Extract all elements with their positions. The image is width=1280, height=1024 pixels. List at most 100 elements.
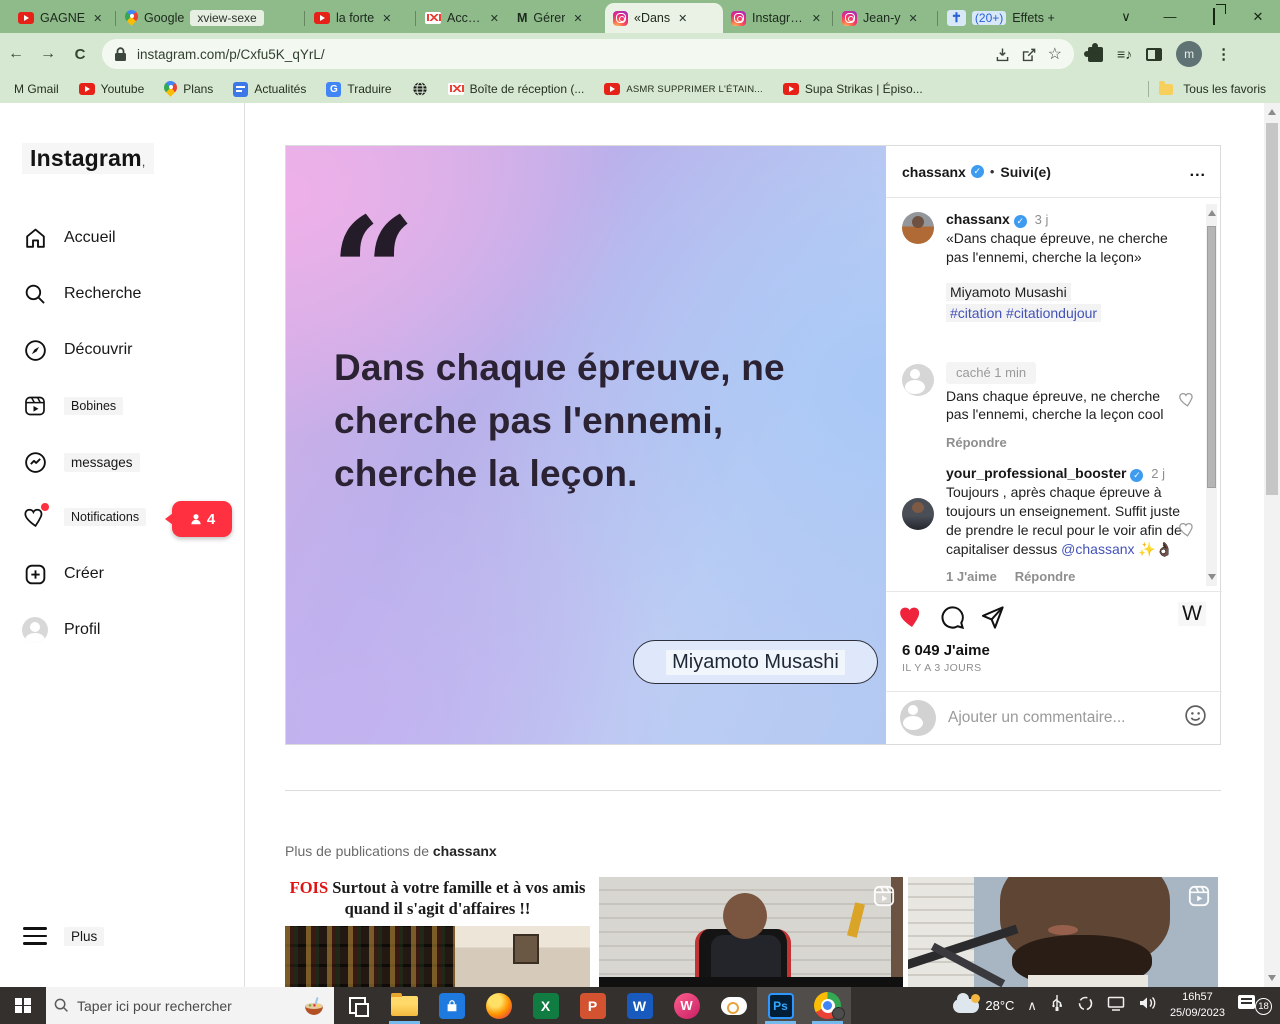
- tab-close-icon[interactable]: ✕: [380, 12, 393, 25]
- usb-icon[interactable]: [1050, 994, 1064, 1017]
- bookmark-asmr[interactable]: ASMR SUPPRIMER L'ÉTAIN...: [604, 83, 763, 95]
- avatar[interactable]: [902, 364, 934, 396]
- tab-close-icon[interactable]: ✕: [571, 12, 584, 25]
- browser-menu-icon[interactable]: ⋮: [1216, 45, 1231, 63]
- tab-accueil-gmail[interactable]: Accuei ✕: [417, 3, 509, 33]
- avatar[interactable]: [902, 212, 934, 244]
- scroll-down-icon[interactable]: [1208, 574, 1216, 580]
- taskbar-clock[interactable]: 16h57 25/09/2023: [1170, 990, 1225, 1021]
- firefox-button[interactable]: [475, 987, 522, 1024]
- maximize-button[interactable]: [1192, 9, 1236, 24]
- reload-button[interactable]: C: [64, 46, 96, 63]
- tab-search-button[interactable]: ∨: [1104, 9, 1148, 25]
- mention-link[interactable]: @chassanx: [1061, 541, 1134, 557]
- network-icon[interactable]: [1107, 996, 1125, 1016]
- instagram-logo[interactable]: Instagram,: [22, 143, 154, 174]
- tab-close-icon[interactable]: ✕: [488, 12, 501, 25]
- scroll-up-icon[interactable]: [1268, 109, 1276, 115]
- all-favorites-button[interactable]: Tous les favoris: [1183, 82, 1266, 96]
- forward-button[interactable]: →: [32, 45, 64, 63]
- avatar[interactable]: [902, 498, 934, 530]
- taskbar-search-input[interactable]: [77, 998, 294, 1014]
- caption-username[interactable]: chassanx: [946, 211, 1010, 227]
- tab-gerer[interactable]: M Gérer ✕: [509, 3, 605, 33]
- comment-icon[interactable]: [939, 604, 966, 636]
- address-bar[interactable]: instagram.com/p/Cxfu5K_qYrL/ ☆: [102, 39, 1074, 69]
- profile-avatar[interactable]: m: [1176, 41, 1202, 67]
- bookmark-actualites[interactable]: Actualités: [233, 82, 306, 97]
- related-post-thumbnail[interactable]: [599, 877, 903, 987]
- emoji-icon[interactable]: [1183, 703, 1208, 733]
- sidebar-item-accueil[interactable]: Accueil: [22, 218, 116, 258]
- comments-scrollbar[interactable]: [1206, 204, 1217, 586]
- comment-like-count[interactable]: 1 J'aime: [946, 569, 997, 584]
- like-comment-icon[interactable]: [1178, 390, 1197, 414]
- related-post-thumbnail[interactable]: [908, 877, 1218, 987]
- tab-jean-y[interactable]: Jean-y ✕: [834, 3, 936, 33]
- wattpad-button[interactable]: W: [663, 987, 710, 1024]
- extensions-icon[interactable]: [1088, 47, 1103, 62]
- post-username[interactable]: chassanx: [902, 164, 966, 180]
- excel-button[interactable]: X: [522, 987, 569, 1024]
- media-controls-icon[interactable]: ≡♪: [1117, 46, 1132, 62]
- follow-state-button[interactable]: Suivi(e): [1000, 164, 1051, 180]
- powerpoint-button[interactable]: P: [569, 987, 616, 1024]
- liked-heart-icon[interactable]: [898, 603, 926, 636]
- minimize-button[interactable]: —: [1148, 9, 1192, 24]
- download-icon[interactable]: [994, 46, 1011, 63]
- word-button[interactable]: W: [616, 987, 663, 1024]
- scroll-up-icon[interactable]: [1208, 210, 1216, 216]
- sidebar-item-recherche[interactable]: Recherche: [22, 274, 141, 314]
- scrollbar-thumb[interactable]: [1207, 226, 1216, 488]
- tab-gagne[interactable]: GAGNE ✕: [10, 3, 114, 33]
- tab-close-icon[interactable]: ✕: [810, 12, 823, 25]
- tab-effets[interactable]: ✝ (20+) Effets +: [939, 3, 1089, 33]
- close-button[interactable]: ✕: [1236, 9, 1280, 25]
- reply-button[interactable]: Répondre: [1015, 568, 1076, 586]
- reply-button[interactable]: Répondre: [946, 434, 1007, 452]
- bookmark-plans[interactable]: Plans: [164, 81, 213, 97]
- chrome-button[interactable]: [804, 987, 851, 1024]
- volume-icon[interactable]: [1138, 995, 1157, 1016]
- scrollbar-thumb[interactable]: [1266, 123, 1278, 495]
- password-manager-button[interactable]: [710, 987, 757, 1024]
- bookmark-traduire[interactable]: G Traduire: [326, 82, 391, 97]
- notification-count-badge[interactable]: 4: [172, 501, 232, 537]
- bookmark-inbox[interactable]: Boîte de réception (...: [448, 82, 585, 96]
- bookmark-supa-strikas[interactable]: Supa Strikas | Épiso...: [783, 82, 923, 96]
- share-icon[interactable]: [1021, 46, 1038, 63]
- sidebar-item-notifications[interactable]: Notifications: [22, 497, 146, 537]
- like-count[interactable]: 6 049 J'aime: [902, 642, 990, 659]
- scroll-down-icon[interactable]: [1268, 975, 1276, 981]
- microsoft-store-button[interactable]: [428, 987, 475, 1024]
- sidebar-item-messages[interactable]: messages: [22, 442, 140, 482]
- file-explorer-button[interactable]: [381, 987, 428, 1024]
- weather-widget[interactable]: 28°C: [953, 998, 1014, 1013]
- tab-la-forte[interactable]: la forte ✕: [306, 3, 414, 33]
- like-comment-icon[interactable]: [1178, 520, 1197, 544]
- tab-close-icon[interactable]: ✕: [907, 12, 920, 25]
- url-text[interactable]: instagram.com/p/Cxfu5K_qYrL/: [137, 47, 984, 62]
- tab-close-icon[interactable]: ✕: [676, 12, 689, 25]
- related-post-thumbnail[interactable]: FOIS Surtout à votre famille et à vos am…: [285, 877, 590, 987]
- sidebar-item-profil[interactable]: Profil: [22, 610, 100, 650]
- post-image[interactable]: “ Dans chaque épreuve, ne cherche pas l'…: [286, 146, 886, 744]
- bookmark-star-icon[interactable]: ☆: [1048, 44, 1062, 64]
- bookmark-globe[interactable]: [412, 81, 428, 97]
- caption-hashtags[interactable]: #citation #citationdujour: [946, 304, 1101, 322]
- sidebar-item-plus[interactable]: Plus: [22, 916, 104, 956]
- sidebar-item-creer[interactable]: Créer: [22, 554, 104, 594]
- tab-instagram[interactable]: Instagram ✕: [723, 3, 831, 33]
- more-posts-username[interactable]: chassanx: [433, 843, 497, 859]
- side-panel-icon[interactable]: [1146, 48, 1162, 61]
- comments-list[interactable]: chassanx ✓ 3 j «Dans chaque épreuve, ne …: [886, 198, 1222, 591]
- comment-username[interactable]: your_professional_booster: [946, 465, 1127, 481]
- tab-instagram-post-active[interactable]: «Dans ✕: [605, 3, 723, 33]
- post-options-icon[interactable]: ...: [1190, 163, 1206, 181]
- save-post-icon[interactable]: W: [1178, 602, 1206, 626]
- tray-expand-icon[interactable]: ∧: [1027, 998, 1037, 1014]
- sidebar-item-bobines[interactable]: Bobines: [22, 386, 123, 426]
- photoshop-button[interactable]: Ps: [757, 987, 804, 1024]
- tab-close-icon[interactable]: ✕: [91, 12, 104, 25]
- page-scrollbar[interactable]: [1264, 103, 1280, 987]
